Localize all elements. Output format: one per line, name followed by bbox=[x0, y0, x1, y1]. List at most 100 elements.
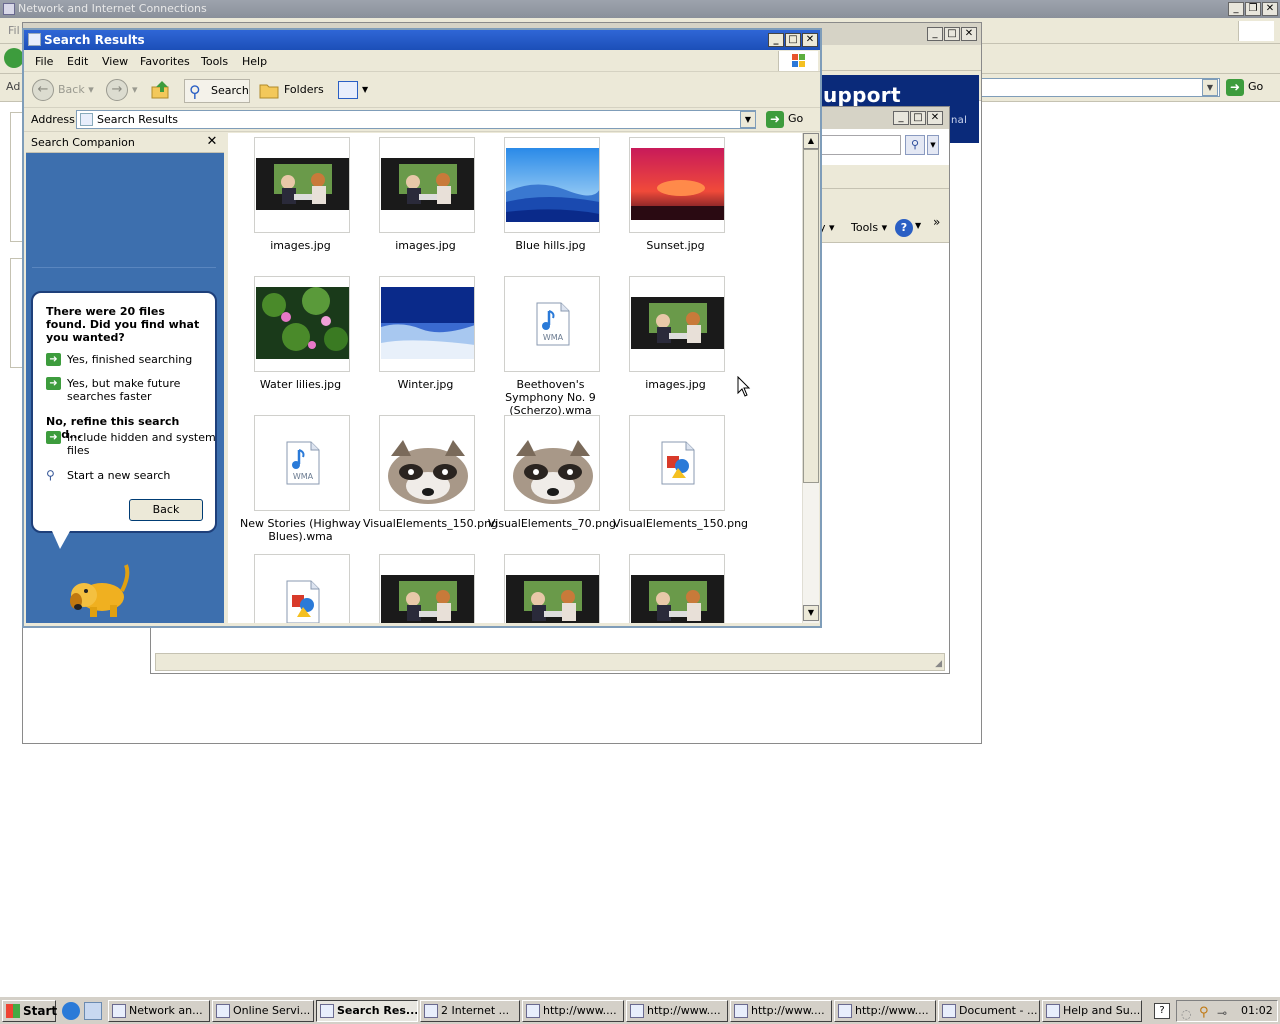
address-dropdown-icon[interactable]: ▼ bbox=[1202, 79, 1218, 96]
menu-file[interactable]: File bbox=[35, 55, 53, 68]
address-dropdown-icon[interactable]: ▼ bbox=[740, 111, 756, 128]
help-dropdown-icon[interactable]: ▼ bbox=[915, 221, 921, 230]
file-item[interactable]: images.jpg bbox=[613, 274, 738, 413]
file-item[interactable]: WMA Beethoven's Symphony No. 9 (Scherzo).… bbox=[488, 274, 613, 417]
scroll-thumb[interactable] bbox=[803, 149, 819, 483]
file-item[interactable]: Sunset.jpg bbox=[613, 135, 738, 274]
search-toolbar-button[interactable]: ⚲ Search bbox=[184, 79, 250, 103]
online-maximize-button[interactable]: □ bbox=[910, 111, 926, 125]
image-preview bbox=[256, 158, 349, 210]
help-icon[interactable]: ? bbox=[895, 219, 913, 237]
network-menu-file[interactable]: Fil bbox=[8, 24, 20, 37]
option-new-search-label: Start a new search bbox=[67, 469, 171, 482]
file-item[interactable]: VisualElements_150.png bbox=[363, 413, 498, 552]
search-magnifier-icon[interactable]: ⚲ bbox=[905, 135, 925, 155]
network-go-button[interactable]: ➜ Go bbox=[1226, 78, 1263, 98]
help-maximize-button[interactable]: □ bbox=[944, 27, 960, 41]
file-item[interactable]: images.jpg bbox=[363, 135, 488, 274]
option-include-hidden[interactable]: ➜ Include hidden and system files bbox=[46, 431, 216, 457]
taskbar-button[interactable]: Search Res... bbox=[316, 1000, 418, 1022]
file-item[interactable]: Blue hills.jpg bbox=[488, 135, 613, 274]
taskbar-button[interactable]: Help and Su... bbox=[1042, 1000, 1142, 1022]
sr-close-button[interactable]: ✕ bbox=[802, 33, 818, 47]
forward-button[interactable]: → ▾ bbox=[104, 79, 146, 103]
search-options-dropdown-icon[interactable]: ▼ bbox=[927, 135, 939, 155]
option-finished-searching[interactable]: ➜ Yes, finished searching bbox=[46, 353, 216, 366]
menu-favorites[interactable]: Favorites bbox=[140, 55, 190, 68]
search-results-titlebar[interactable]: Search Results _ □ ✕ bbox=[24, 30, 820, 50]
taskbar-button[interactable]: Network an... bbox=[108, 1000, 210, 1022]
online-close-button[interactable]: ✕ bbox=[927, 111, 943, 125]
file-item[interactable] bbox=[613, 552, 738, 623]
online-minimize-button[interactable]: _ bbox=[893, 111, 909, 125]
clock: 01:02 bbox=[1241, 1004, 1273, 1017]
file-item[interactable]: WMA New Stories (Highway Blues).wma bbox=[238, 413, 363, 552]
file-item[interactable] bbox=[238, 552, 363, 623]
folders-button[interactable]: Folders bbox=[256, 79, 324, 103]
network-tray-icon[interactable]: ◌ bbox=[1181, 1004, 1191, 1024]
close-button[interactable]: ✕ bbox=[1262, 2, 1278, 16]
go-arrow-icon: ➜ bbox=[766, 111, 784, 128]
online-search-input[interactable] bbox=[819, 135, 901, 155]
taskbar-button-label: Online Servi... bbox=[233, 1004, 311, 1017]
file-item[interactable]: Water lilies.jpg bbox=[238, 274, 363, 413]
online-tools-menu[interactable]: Tools ▾ bbox=[851, 221, 887, 234]
network-address-input[interactable] bbox=[980, 78, 1220, 97]
restore-button[interactable]: ❐ bbox=[1245, 2, 1261, 16]
file-name: VisualElements_70.png bbox=[488, 517, 617, 530]
search-dog-icon[interactable] bbox=[64, 557, 134, 619]
minimize-button[interactable]: _ bbox=[1228, 2, 1244, 16]
up-folder-button[interactable] bbox=[150, 79, 174, 103]
address-go-button[interactable]: ➜ Go bbox=[766, 110, 803, 130]
help-close-button[interactable]: ✕ bbox=[961, 27, 977, 41]
resize-grip-icon[interactable]: ◢ bbox=[935, 659, 942, 669]
companion-back-button[interactable]: Back bbox=[129, 499, 203, 521]
file-item[interactable]: Winter.jpg bbox=[363, 274, 488, 413]
menu-help[interactable]: Help bbox=[242, 55, 267, 68]
search-magnifier-icon: ⚲ bbox=[46, 468, 55, 482]
taskbar-button[interactable]: Online Servi... bbox=[212, 1000, 314, 1022]
sr-minimize-button[interactable]: _ bbox=[768, 33, 784, 47]
taskbar-button[interactable]: http://www.... bbox=[522, 1000, 624, 1022]
volume-tray-icon[interactable]: ⊸ bbox=[1217, 1003, 1227, 1023]
task-window-icon bbox=[112, 1004, 126, 1018]
option-new-search[interactable]: ⚲ Start a new search bbox=[46, 469, 216, 482]
taskbar-button-label: Document - ... bbox=[959, 1004, 1038, 1017]
task-window-icon bbox=[424, 1004, 438, 1018]
taskbar-button[interactable]: 2 Internet ... bbox=[420, 1000, 520, 1022]
taskbar-button[interactable]: http://www.... bbox=[834, 1000, 936, 1022]
task-window-icon bbox=[526, 1004, 540, 1018]
network-connections-titlebar[interactable]: Network and Internet Connections _ ❐ ✕ bbox=[0, 0, 1280, 18]
help-minimize-button[interactable]: _ bbox=[927, 27, 943, 41]
start-button[interactable]: Start bbox=[2, 1000, 57, 1022]
task-window-icon bbox=[734, 1004, 748, 1018]
taskbar-button[interactable]: http://www.... bbox=[730, 1000, 832, 1022]
tools-label: Tools bbox=[851, 221, 879, 234]
show-desktop-icon[interactable] bbox=[84, 1002, 102, 1020]
menu-view[interactable]: View bbox=[102, 55, 128, 68]
back-arrow-icon[interactable] bbox=[4, 48, 24, 68]
scroll-up-icon[interactable]: ▲ bbox=[803, 133, 819, 149]
file-item[interactable]: VisualElements_150.png bbox=[613, 413, 748, 552]
scroll-down-icon[interactable]: ▼ bbox=[803, 605, 819, 621]
sr-maximize-button[interactable]: □ bbox=[785, 33, 801, 47]
menu-edit[interactable]: Edit bbox=[67, 55, 88, 68]
views-button[interactable]: ▼ bbox=[334, 79, 372, 103]
file-item[interactable] bbox=[488, 552, 613, 623]
taskbar-button[interactable]: http://www.... bbox=[626, 1000, 728, 1022]
results-scrollbar[interactable]: ▲ ▼ bbox=[802, 133, 819, 623]
file-item[interactable]: images.jpg bbox=[238, 135, 363, 274]
back-button[interactable]: ← Back ▾ bbox=[30, 79, 100, 103]
help-question-icon[interactable]: ? bbox=[1154, 1003, 1170, 1019]
taskbar-button[interactable]: Document - ... bbox=[938, 1000, 1040, 1022]
internet-explorer-icon[interactable] bbox=[62, 1002, 80, 1020]
address-input[interactable]: Search Results bbox=[76, 110, 756, 129]
chevron-more-icon[interactable]: » bbox=[933, 215, 940, 229]
search-tray-icon[interactable]: ⚲ bbox=[1199, 1003, 1209, 1023]
file-item[interactable]: VisualElements_70.png bbox=[488, 413, 617, 552]
option-faster-searches[interactable]: ➜ Yes, but make future searches faster bbox=[46, 377, 216, 403]
menu-tools[interactable]: Tools bbox=[201, 55, 228, 68]
close-icon[interactable]: ✕ bbox=[204, 134, 220, 150]
file-item[interactable] bbox=[363, 552, 488, 623]
file-name: Blue hills.jpg bbox=[515, 239, 586, 252]
